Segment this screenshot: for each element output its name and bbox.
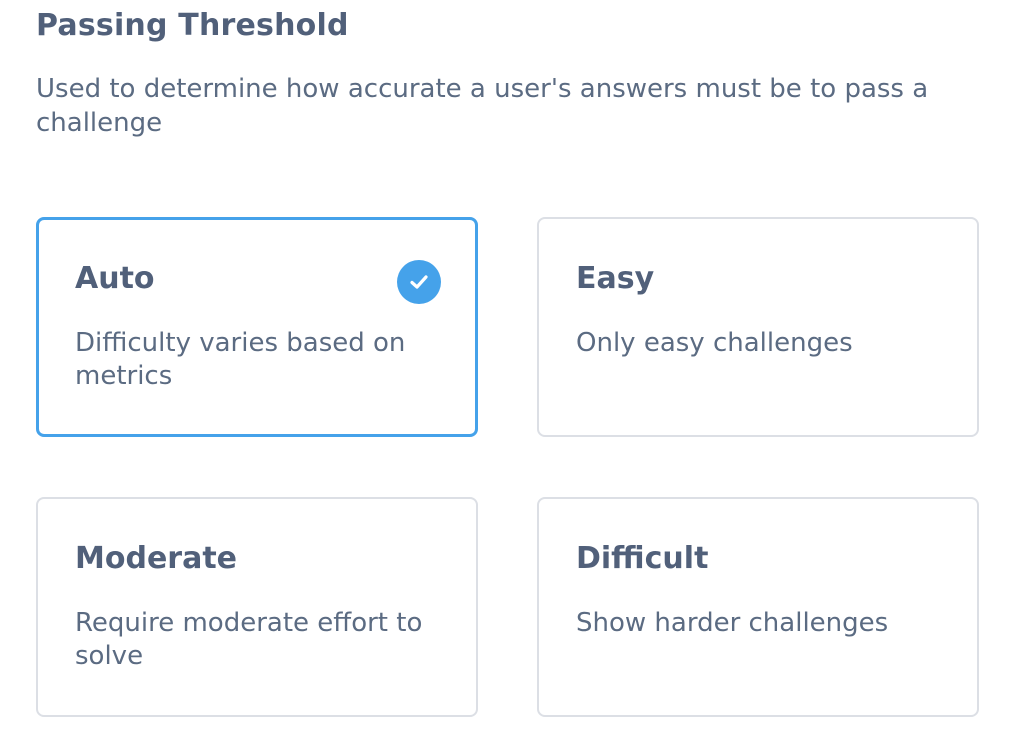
option-card-moderate[interactable]: Moderate Require moderate effort to solv… <box>36 497 478 717</box>
option-card-easy[interactable]: Easy Only easy challenges <box>537 217 979 437</box>
passing-threshold-page: Passing Threshold Used to determine how … <box>0 0 1024 747</box>
option-title: Moderate <box>75 541 238 576</box>
section-description: Used to determine how accurate a user's … <box>36 74 929 138</box>
option-description: Difficulty varies based on metrics <box>75 328 406 391</box>
option-card-difficult[interactable]: Difficult Show harder challenges <box>537 497 979 717</box>
option-title: Easy <box>576 261 655 296</box>
option-description: Only easy challenges <box>576 328 853 358</box>
option-title: Difficult <box>576 541 709 576</box>
option-title: Auto <box>75 261 155 296</box>
option-description: Require moderate effort to solve <box>75 608 423 671</box>
option-description: Show harder challenges <box>576 608 889 638</box>
section-title: Passing Threshold <box>36 8 349 43</box>
option-card-auto[interactable]: Auto Difficulty varies based on metrics <box>36 217 478 437</box>
check-circle-icon <box>397 260 441 304</box>
